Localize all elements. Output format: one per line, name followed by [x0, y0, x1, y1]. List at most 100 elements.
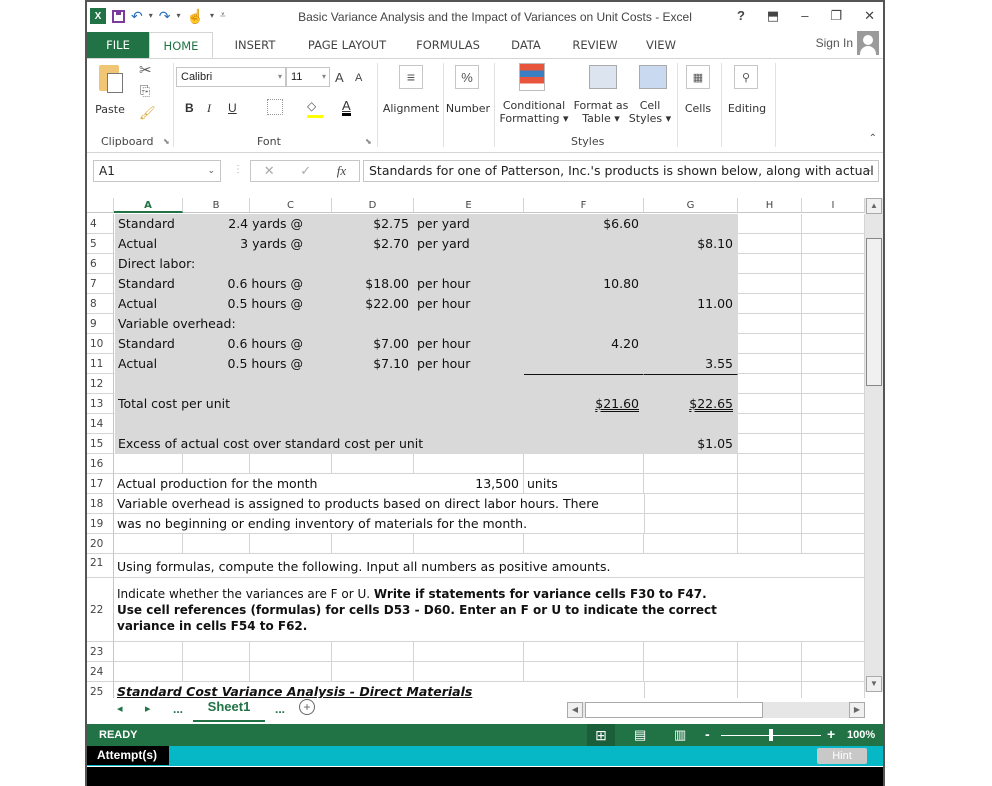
restore-button[interactable]: ❐ [830, 8, 842, 24]
clipboard-launcher-icon[interactable]: ⬊ [163, 137, 170, 146]
cell-e[interactable] [414, 314, 524, 334]
zoom-slider-thumb[interactable] [769, 729, 773, 741]
note-cell[interactable]: Variable overhead is assigned to product… [114, 494, 644, 514]
cell-f[interactable] [524, 254, 644, 274]
cell[interactable] [183, 642, 250, 662]
cell[interactable] [802, 514, 865, 534]
grow-font-button[interactable]: A [335, 70, 344, 85]
font-name-box[interactable]: Calibri ▾ [176, 67, 286, 87]
font-launcher-icon[interactable]: ⬊ [365, 137, 372, 146]
row-header[interactable]: 7 [87, 274, 114, 294]
cell-e[interactable]: per yard [414, 214, 524, 234]
cell-d[interactable]: $22.00 [332, 294, 414, 314]
cell-e[interactable] [414, 394, 524, 414]
cell-g[interactable]: $1.05 [644, 434, 738, 454]
tab-insert[interactable]: INSERT [225, 32, 285, 58]
cell-d[interactable]: $2.75 [332, 214, 414, 234]
zoom-level[interactable]: 100% [847, 729, 875, 741]
scroll-down-button[interactable]: ▼ [866, 676, 882, 692]
cell-i[interactable] [802, 334, 865, 354]
fill-color-button[interactable]: ◇ [307, 99, 323, 118]
cell-h[interactable] [738, 394, 802, 414]
page-layout-view-button[interactable]: ▤ [634, 727, 646, 743]
cell-a[interactable]: Standard [114, 214, 183, 234]
cell-e[interactable] [414, 414, 524, 434]
cell-b[interactable]: 0.5 hours @ [183, 294, 332, 314]
cell-h[interactable] [738, 414, 802, 434]
cell[interactable] [802, 494, 865, 514]
cell-h[interactable] [738, 314, 802, 334]
cell[interactable] [524, 642, 644, 662]
cell-i[interactable] [802, 274, 865, 294]
column-header-d[interactable]: D [332, 198, 414, 213]
bold-button[interactable]: B [185, 101, 194, 115]
cell-b[interactable]: 0.5 hours @ [183, 354, 332, 374]
cell-a[interactable]: Actual [114, 234, 183, 254]
cell[interactable] [332, 454, 414, 474]
cell-b[interactable] [183, 254, 332, 274]
cell-g[interactable] [644, 254, 738, 274]
horizontal-scrollbar[interactable]: ◀ ▶ [567, 702, 865, 718]
cell-d[interactable]: $7.10 [332, 354, 414, 374]
cell-e[interactable]: per hour [414, 354, 524, 374]
cell[interactable] [738, 454, 802, 474]
cell[interactable] [802, 642, 865, 662]
user-avatar-icon[interactable] [857, 31, 879, 55]
cell[interactable] [802, 662, 865, 682]
instruction-cell[interactable]: Indicate whether the variances are F or … [114, 578, 865, 642]
expand-formula-bar-icon[interactable]: ⌄ [865, 164, 873, 175]
cell[interactable] [644, 514, 738, 534]
cell-i[interactable] [802, 234, 865, 254]
column-header-a[interactable]: A [114, 198, 183, 213]
cut-icon[interactable]: ✂ [139, 61, 152, 79]
row-header[interactable]: 8 [87, 294, 114, 314]
tab-data[interactable]: DATA [501, 32, 551, 58]
cell-f[interactable]: $6.60 [524, 214, 644, 234]
row-header[interactable]: 12 [87, 374, 114, 394]
column-header-h[interactable]: H [738, 198, 802, 213]
cell[interactable] [738, 642, 802, 662]
sign-in-link[interactable]: Sign In [816, 36, 853, 50]
enter-icon[interactable]: ✓ [300, 163, 311, 179]
copy-icon[interactable]: ⎘ [140, 83, 150, 99]
cell-i[interactable] [802, 294, 865, 314]
instruction-cell[interactable]: Using formulas, compute the following. I… [114, 554, 865, 578]
zoom-out-button[interactable]: - [705, 726, 710, 742]
more-sheets-left-button[interactable]: ... [173, 702, 183, 716]
ribbon-display-options-button[interactable]: ⬒ [767, 8, 779, 24]
tab-page-layout[interactable]: PAGE LAYOUT [297, 32, 397, 58]
row-header[interactable]: 15 [87, 434, 114, 454]
row-header[interactable]: 14 [87, 414, 114, 434]
cell-f[interactable] [524, 414, 644, 434]
drag-handle-icon[interactable]: ⋮ [233, 164, 243, 175]
cell-styles-button[interactable]: Cell Styles ▾ [627, 99, 673, 125]
row-header[interactable]: 24 [87, 662, 114, 682]
more-sheets-right-button[interactable]: ... [275, 702, 285, 716]
cell-h[interactable] [738, 274, 802, 294]
cell-i[interactable] [802, 214, 865, 234]
row-header[interactable]: 18 [87, 494, 114, 514]
column-header-i[interactable]: I [802, 198, 865, 213]
cell[interactable] [414, 454, 524, 474]
cell-h[interactable] [738, 354, 802, 374]
cell[interactable] [644, 662, 738, 682]
minimize-button[interactable]: – [801, 8, 808, 24]
cell-d[interactable] [332, 374, 414, 394]
font-size-box[interactable]: 11 ▾ [286, 67, 330, 87]
note-cell[interactable]: was no beginning or ending inventory of … [114, 514, 644, 534]
cell-e[interactable]: per hour [414, 294, 524, 314]
cell-a[interactable]: Standard [114, 334, 183, 354]
close-button[interactable]: ✕ [864, 8, 875, 24]
cell-f[interactable] [524, 314, 644, 334]
zoom-slider[interactable] [721, 729, 821, 741]
cell-i[interactable] [802, 254, 865, 274]
cell-h[interactable] [738, 334, 802, 354]
hint-button[interactable]: Hint [817, 748, 867, 764]
cell[interactable] [738, 662, 802, 682]
cell-a[interactable]: Actual [114, 294, 183, 314]
borders-button[interactable] [267, 99, 283, 115]
tab-review[interactable]: REVIEW [563, 32, 627, 58]
cell-h[interactable] [738, 254, 802, 274]
add-sheet-button[interactable]: + [299, 699, 315, 715]
insert-function-button[interactable]: fx [337, 163, 346, 179]
